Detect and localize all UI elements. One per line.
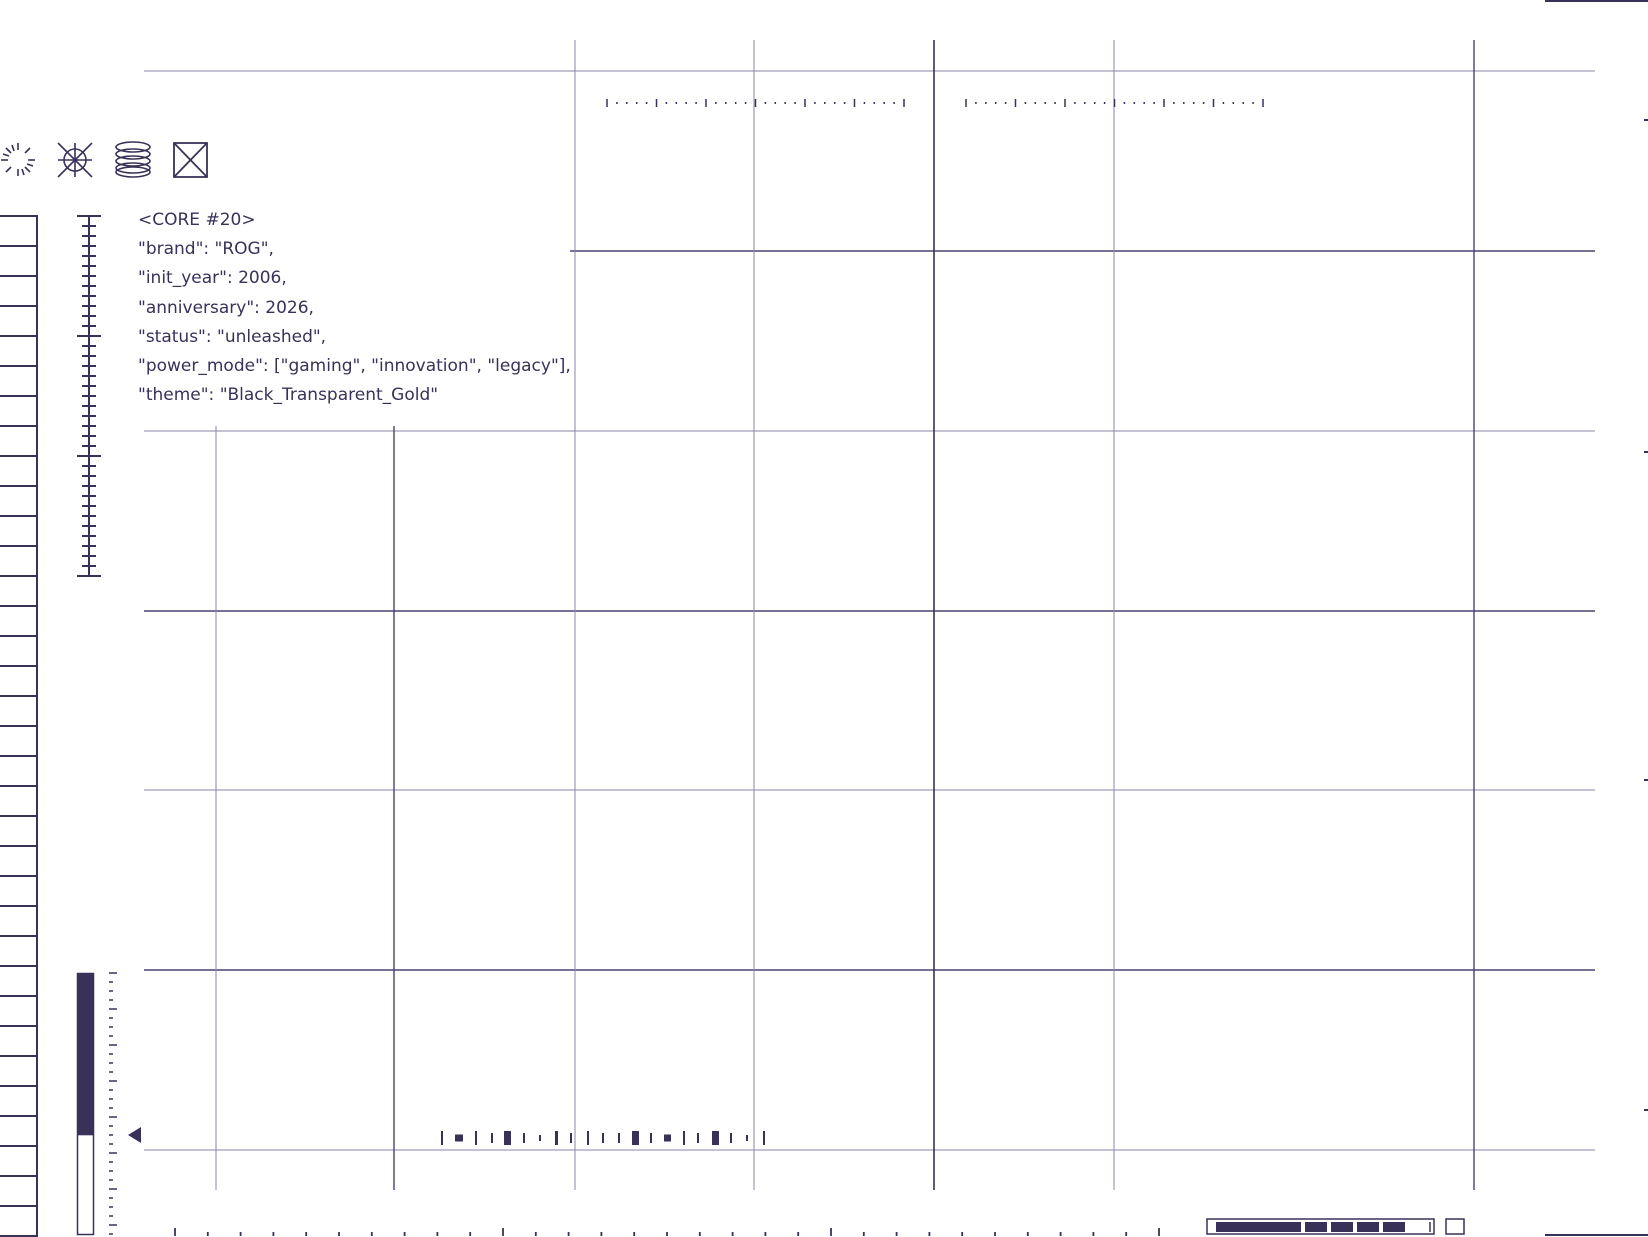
inner-scale [77, 215, 101, 577]
grid-vertical-lines [215, 40, 1475, 1190]
stacked-rings-icon[interactable] [115, 141, 151, 178]
barcode-bar [539, 1135, 541, 1141]
barcode-bar [441, 1131, 443, 1145]
level-meter [76, 972, 117, 1236]
bottom-tick-axis [174, 1228, 1160, 1236]
barcode-bar [570, 1133, 572, 1143]
bottom-progress [1206, 1218, 1435, 1235]
top-ruler-right [965, 99, 1264, 107]
asterisk-circle-icon[interactable] [57, 142, 93, 178]
barcode-bar [475, 1131, 477, 1145]
bottom-progress-segments [1216, 1222, 1405, 1232]
sunburst-icon[interactable] [1, 143, 35, 176]
barcode-bar [491, 1133, 493, 1143]
barcode-bar [587, 1131, 589, 1145]
grid [144, 40, 1595, 1190]
progress-segment [1216, 1222, 1301, 1232]
progress-segment [1357, 1222, 1379, 1232]
top-ruler-left [606, 99, 905, 107]
progress-segment [1331, 1222, 1353, 1232]
barcode-bar [650, 1133, 652, 1143]
barcode-bar [697, 1133, 699, 1143]
corner-marks [1545, 0, 1648, 1236]
barcode-bar [712, 1131, 719, 1145]
barcode-bar [504, 1131, 511, 1145]
barcode-bar [746, 1135, 748, 1141]
barcode-bar [602, 1133, 604, 1143]
progress-segment [1383, 1222, 1405, 1232]
barcode-bar [632, 1131, 639, 1145]
grid-horizontal-lines [144, 70, 1595, 1151]
barcode-bar [523, 1133, 525, 1143]
hud-canvas [0, 0, 1648, 1237]
level-pointer-icon[interactable] [128, 1127, 141, 1143]
level-meter-fill [77, 973, 94, 1136]
crossed-box-icon[interactable] [173, 142, 208, 178]
bottom-square-button[interactable] [1445, 1218, 1465, 1235]
barcode-bar [664, 1134, 671, 1142]
progress-segment [1305, 1222, 1327, 1232]
left-ruler [0, 215, 38, 1237]
level-meter-scale [109, 972, 117, 1235]
barcode-bar [683, 1131, 685, 1145]
barcode-bar [618, 1133, 620, 1143]
barcode-bar [730, 1133, 732, 1143]
barcode-bar [763, 1131, 765, 1145]
barcode-strip [441, 1131, 765, 1145]
right-edge-ticks [1644, 119, 1648, 1111]
barcode-bar [555, 1131, 558, 1145]
barcode-bar [455, 1134, 463, 1142]
